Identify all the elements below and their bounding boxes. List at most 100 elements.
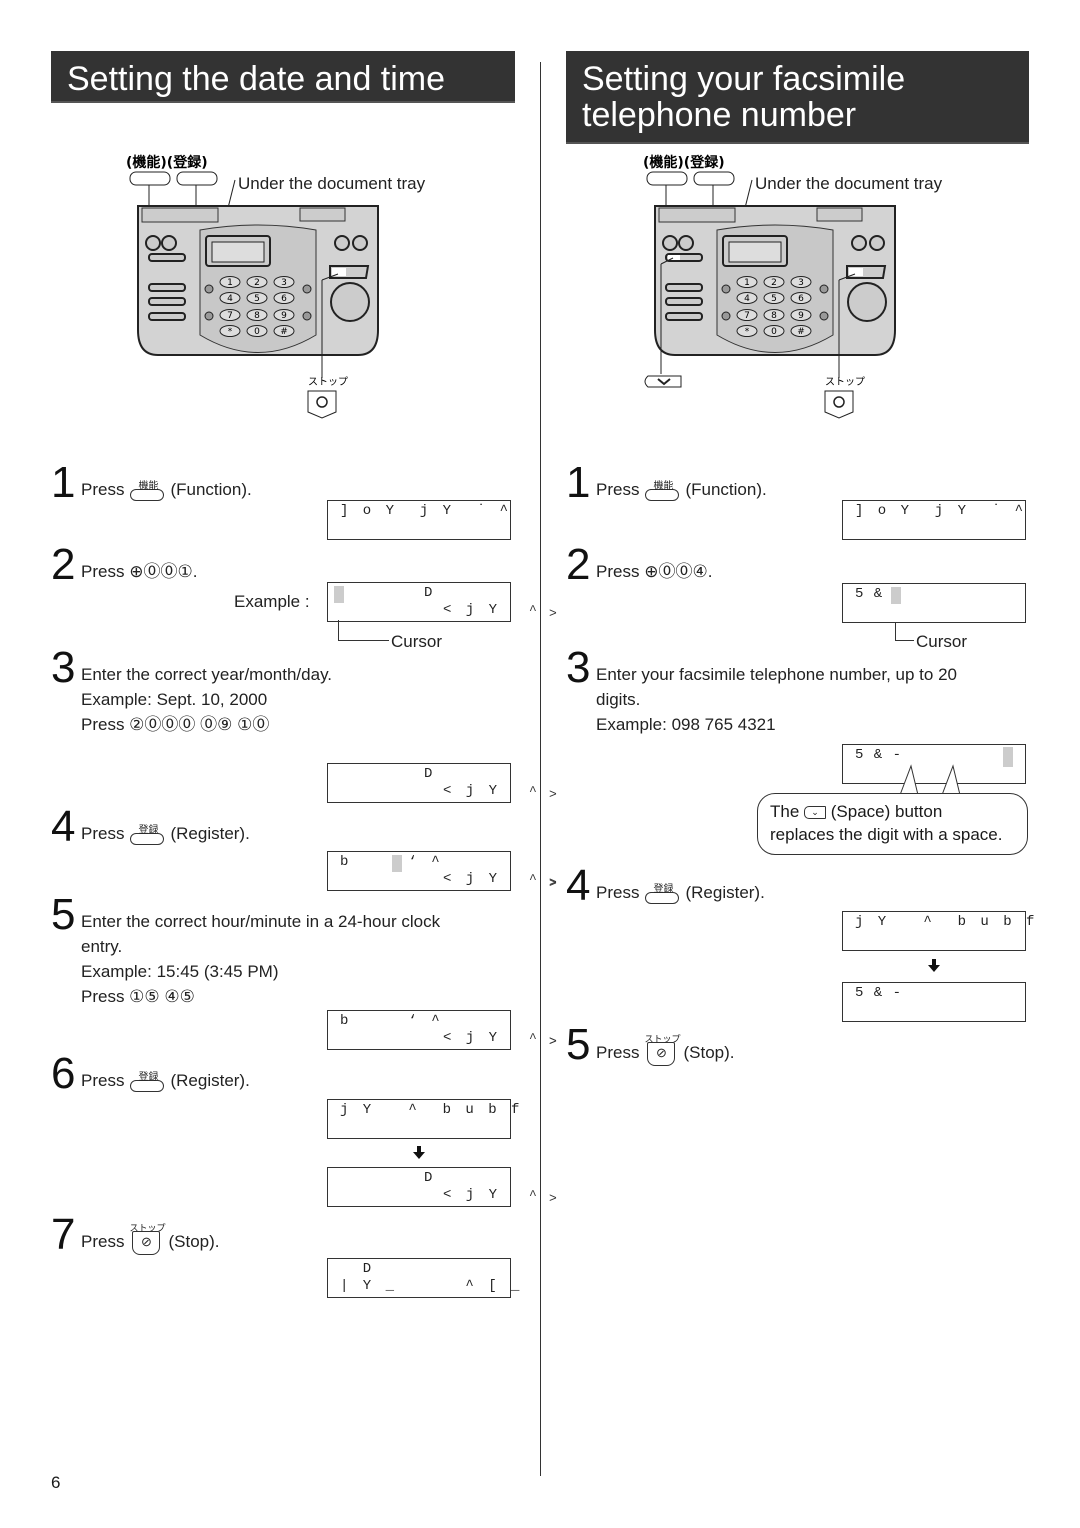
svg-text:8: 8: [771, 311, 777, 321]
side-mark: >: [549, 1191, 557, 1206]
step-verb: Press: [81, 480, 125, 499]
step-2-text: Press ⊕⓪⓪①.: [81, 559, 197, 584]
svg-text:#: #: [280, 327, 288, 337]
svg-text:1: 1: [227, 278, 233, 288]
step-verb: Press: [81, 1232, 125, 1251]
register-key-icon: 登録: [130, 825, 165, 845]
svg-text:9: 9: [798, 311, 804, 321]
step-number: 3: [51, 643, 76, 692]
svg-text:0: 0: [254, 327, 260, 337]
function-key-icon: 機能: [130, 481, 165, 501]
svg-text:*: *: [745, 327, 750, 337]
key-label: 登録: [653, 883, 674, 895]
lcd-line2: < j Y: [442, 783, 500, 799]
register-key-icon: 登録: [130, 1072, 165, 1092]
cursor-pointer-line: [895, 622, 914, 641]
lcd-line1: j Y ^ b u b f: [340, 1102, 523, 1118]
lcd-line1: 5 & -: [855, 985, 903, 1001]
key-label: 機能: [653, 480, 674, 492]
key-label: 登録: [138, 1071, 159, 1083]
key-sequence: ⊕⓪⓪①: [129, 562, 193, 581]
step-verb: Press: [596, 562, 640, 581]
lcd-line2: < j Y: [442, 1187, 500, 1203]
svg-text:6: 6: [798, 294, 804, 304]
step-verb: Press: [81, 824, 125, 843]
step-punct: .: [707, 562, 713, 581]
lcd-line1: D: [424, 585, 433, 601]
step-number: 2: [51, 540, 76, 589]
lcd-line1: D: [424, 766, 433, 782]
step-5-line: entry.: [81, 937, 123, 956]
svg-text:1: 1: [744, 278, 750, 288]
lcd-display: j Y ^ b u b f: [327, 1099, 519, 1139]
step-4-text: Press 登録 (Register).: [596, 880, 765, 905]
callout-text: The: [770, 802, 800, 821]
svg-text:5: 5: [254, 294, 260, 304]
page-number: 6: [51, 1473, 61, 1492]
key-sequence: ⊕⓪⓪④: [644, 562, 708, 581]
step-3-line: Example: Sept. 10, 2000: [81, 690, 268, 709]
lcd-display: 5 & -: [842, 583, 1026, 623]
lcd-line1: 5 & -: [855, 747, 903, 763]
svg-text:9: 9: [281, 311, 287, 321]
step-5-line: Example: 15:45 (3:45 PM): [81, 962, 279, 981]
key-label: 機能: [138, 480, 159, 492]
side-mark: >: [549, 787, 557, 802]
step-6-text: Press 登録 (Register).: [81, 1068, 250, 1093]
step-action: (Function).: [170, 480, 252, 499]
svg-text:ストップ: ストップ: [825, 376, 865, 388]
step-action: (Register).: [170, 1071, 250, 1090]
callout-text: (Space) button: [830, 802, 943, 821]
callout-line2: replaces the digit with a space.: [770, 825, 1003, 844]
space-key-icon: ⌄: [804, 806, 827, 820]
step-number: 4: [51, 802, 76, 851]
section-title-date-time: Setting the date and time: [51, 51, 515, 103]
step-3-line: Press ②⓪⓪⓪ ⓪⑨ ①⓪: [81, 715, 270, 734]
step-action: (Register).: [170, 824, 250, 843]
lcd-display: b ‘ ^ < j Y: [327, 1010, 511, 1050]
step-5-line: Press ①⑤ ④⑤: [81, 987, 195, 1006]
side-mark: ^: [529, 1031, 537, 1046]
svg-text:*: *: [228, 327, 233, 337]
stop-key-icon: ストップ ⊘: [644, 1034, 680, 1066]
step-number: 1: [51, 458, 76, 507]
step-action: (Stop).: [683, 1043, 735, 1062]
lcd-line1: D: [340, 1261, 375, 1277]
svg-text:ストップ: ストップ: [308, 376, 348, 388]
tray-label-right: Under the document tray: [755, 174, 943, 193]
step-5-line: Enter the correct hour/minute in a 24-ho…: [81, 912, 441, 931]
svg-text:4: 4: [744, 294, 750, 304]
svg-text:3: 3: [798, 278, 804, 288]
lcd-display: D < j Y: [327, 1167, 511, 1207]
step-5-text: Press ストップ ⊘ (Stop).: [596, 1034, 735, 1066]
cursor-pointer-line: [338, 620, 389, 641]
lcd-display: 5 & -: [842, 982, 1026, 1022]
step-number: 4: [566, 861, 591, 910]
svg-text:6: 6: [281, 294, 287, 304]
lcd-display: j Y ^ b u b f: [842, 911, 1034, 951]
svg-text:(機能)(登録): (機能)(登録): [643, 154, 725, 171]
side-mark: ^: [529, 1188, 537, 1203]
step-action: (Function).: [685, 480, 767, 499]
side-mark: >: [549, 1034, 557, 1049]
svg-text:#: #: [797, 327, 805, 337]
callout-line1: The ⌄ (Space) button: [770, 800, 1017, 823]
register-key-icon: 登録: [645, 884, 680, 904]
side-mark: ^: [529, 872, 537, 887]
svg-text:7: 7: [227, 311, 233, 321]
lcd-line1: ] o Y j Y ˙ ^: [340, 503, 512, 519]
lcd-display: ] o Y j Y ˙ ^: [327, 500, 511, 540]
tray-label-left: Under the document tray: [238, 174, 426, 193]
side-mark: ^: [529, 603, 537, 618]
section-title-line2: telephone number: [582, 96, 857, 134]
side-mark: >: [549, 876, 557, 891]
step-1-text: Press 機能 (Function).: [81, 477, 252, 502]
step-verb: Press: [596, 480, 640, 499]
lcd-display: ] o Y j Y ˙ ^: [842, 500, 1026, 540]
step-verb: Press: [81, 562, 125, 581]
lcd-line2: | Y _ ^ [ _: [340, 1278, 523, 1294]
step-number: 6: [51, 1049, 76, 1098]
lcd-line1: D: [424, 1170, 433, 1186]
step-number: 2: [566, 540, 591, 589]
section-title-line1: Setting your facsimile: [582, 60, 906, 98]
